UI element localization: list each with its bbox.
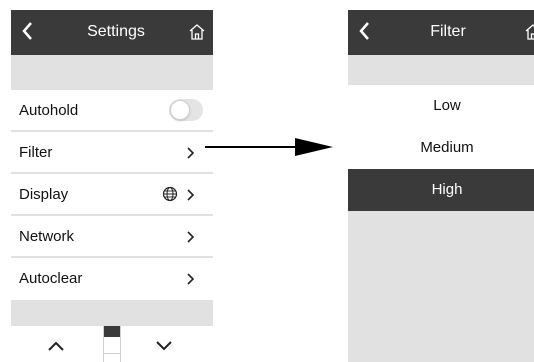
home-icon[interactable]	[187, 22, 207, 42]
menu-item-filter[interactable]: Filter	[11, 132, 213, 174]
page-title: Settings	[87, 23, 145, 40]
menu-item-autoclear[interactable]: Autoclear	[11, 258, 213, 300]
menu-item-display[interactable]: Display	[11, 174, 213, 216]
navigation-arrow	[205, 138, 333, 156]
page-title: Filter	[430, 23, 466, 40]
filter-options: Low Medium High	[348, 85, 534, 211]
filter-titlebar: Filter	[348, 10, 534, 55]
chevron-down-icon[interactable]	[154, 340, 174, 352]
chevron-right-icon	[187, 273, 195, 285]
filter-option-medium[interactable]: Medium	[348, 127, 534, 169]
settings-screen: Settings Autohold Filter Display Network…	[11, 10, 213, 362]
chevron-right-icon	[187, 189, 195, 201]
menu-item-network[interactable]: Network	[11, 216, 213, 258]
chevron-right-icon	[187, 231, 195, 243]
scroll-track[interactable]	[103, 326, 121, 362]
chevron-up-icon[interactable]	[46, 340, 66, 352]
filter-option-high[interactable]: High	[348, 169, 534, 211]
menu-item-label: Autohold	[19, 102, 79, 119]
toggle-knob	[170, 100, 190, 120]
scroll-controls	[11, 326, 213, 362]
scroll-thumb[interactable]	[104, 326, 120, 337]
chevron-right-icon	[187, 147, 195, 159]
filter-option-low[interactable]: Low	[348, 85, 534, 127]
settings-titlebar: Settings	[11, 10, 213, 55]
menu-item-autohold[interactable]: Autohold	[11, 90, 213, 132]
menu-item-label: Autoclear	[19, 270, 83, 287]
filter-screen: Filter Low Medium High	[348, 10, 534, 362]
home-icon[interactable]	[523, 22, 534, 42]
settings-menu: Autohold Filter Display Network Autoclea…	[11, 90, 213, 300]
globe-icon	[162, 186, 178, 202]
menu-item-label: Display	[19, 186, 69, 203]
menu-item-label: Network	[19, 228, 75, 245]
scroll-divider	[104, 353, 120, 354]
menu-item-label: Filter	[19, 144, 53, 161]
autohold-toggle[interactable]	[169, 99, 203, 121]
